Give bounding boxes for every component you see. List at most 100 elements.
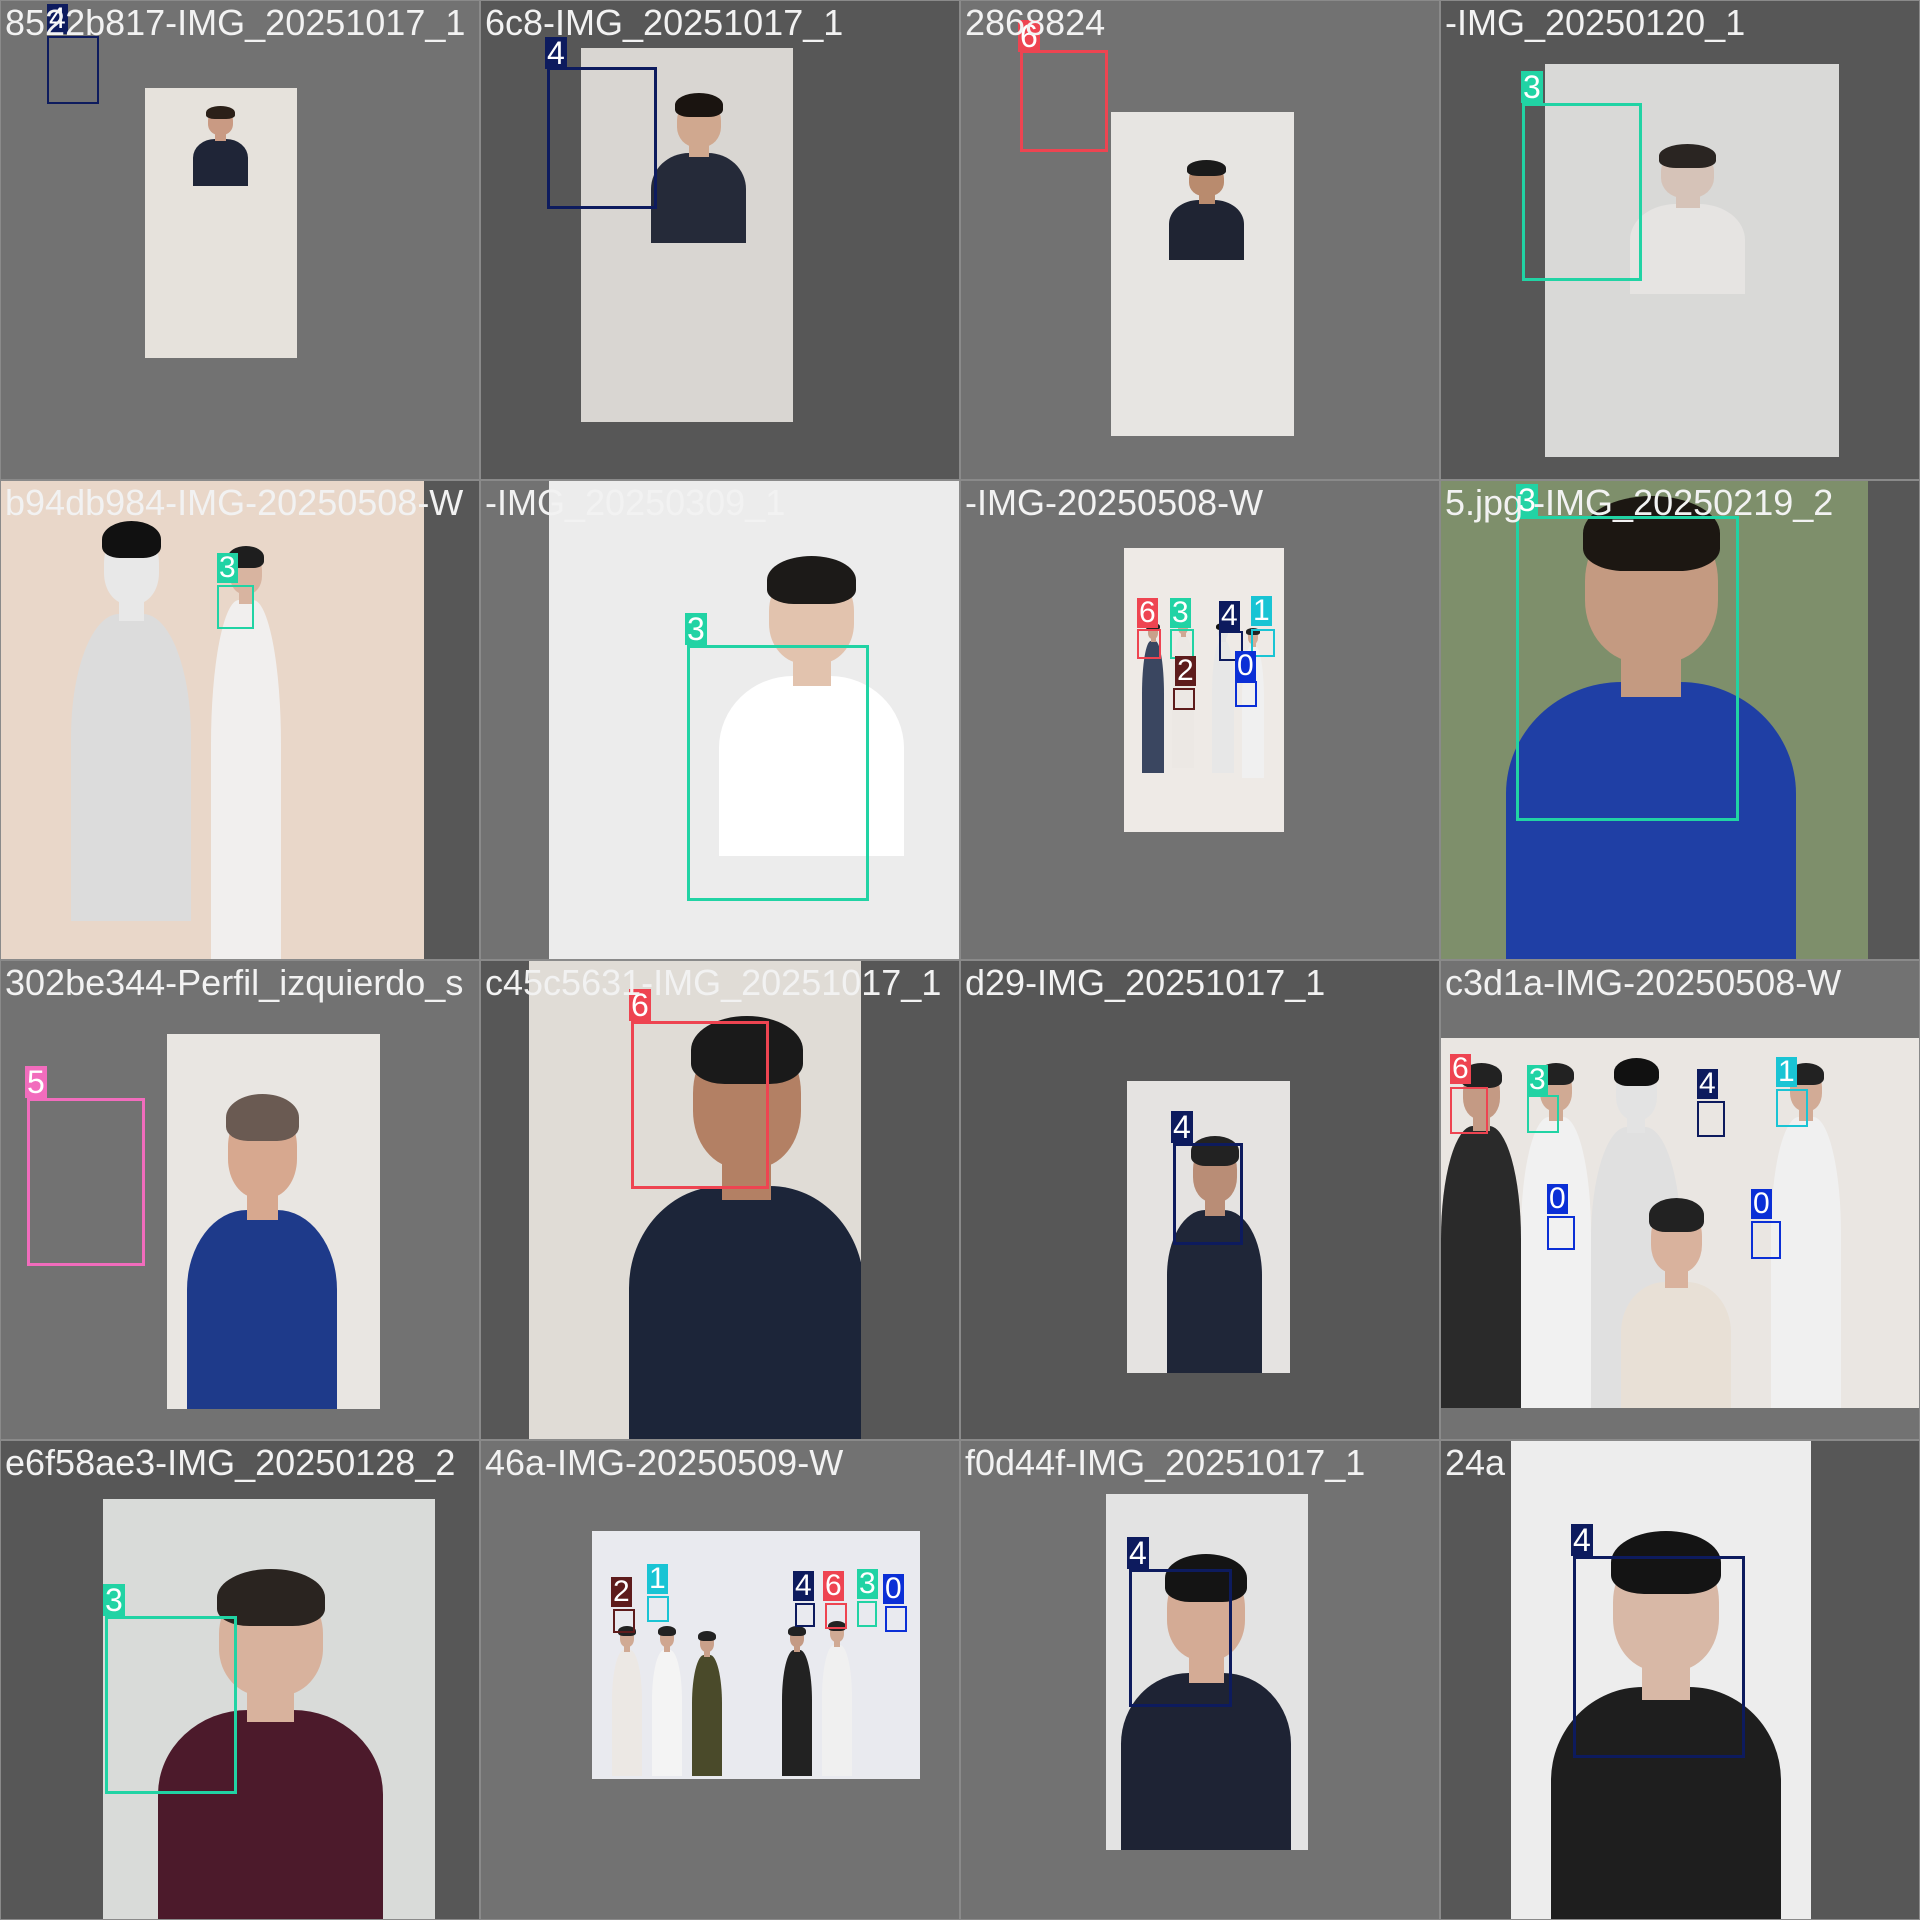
- clothing: [187, 1210, 337, 1409]
- file-caption: d29-IMG_20251017_1: [965, 962, 1326, 1003]
- detection-box: [631, 1021, 769, 1189]
- detection-box: [885, 1606, 907, 1632]
- image-tile: 4 6c8-IMG_20251017_1: [480, 0, 960, 480]
- detection-box: [1573, 1556, 1745, 1758]
- class-label: 4: [1219, 599, 1240, 632]
- class-label: 0: [1751, 1187, 1772, 1220]
- class-label: 4: [1571, 1522, 1593, 1558]
- person-figure: [651, 93, 746, 243]
- clothing: [782, 1650, 812, 1776]
- photo: [1124, 548, 1284, 832]
- detection-box: [613, 1609, 635, 1633]
- person-figure: [1169, 160, 1244, 260]
- detection-box: [1173, 1143, 1243, 1245]
- person-figure: [1621, 1198, 1731, 1408]
- clothing: [71, 614, 191, 921]
- detection-box: [1137, 629, 1161, 659]
- class-label: 0: [1547, 1182, 1568, 1215]
- clothing: [612, 1650, 642, 1776]
- file-caption: 5.jpg -IMG_20250219_2: [1445, 482, 1834, 523]
- file-caption: -IMG-20250508-W: [965, 482, 1264, 523]
- hair: [675, 93, 723, 117]
- detection-box: [647, 1596, 669, 1622]
- class-label: 3: [685, 611, 707, 647]
- class-label: 6: [1137, 596, 1158, 629]
- clothing: [193, 139, 248, 186]
- detection-mosaic: 4 8522b817-IMG_20251017_1 4 6c8-IMG_2025101…: [0, 0, 1920, 1920]
- person-figure: [71, 521, 191, 921]
- detection-box: [857, 1601, 877, 1627]
- person-figure: [692, 1631, 722, 1776]
- detection-box: [1547, 1216, 1575, 1250]
- class-label: 3: [857, 1567, 878, 1600]
- file-caption: -IMG_20250309_1: [485, 482, 786, 523]
- class-label: 2: [1175, 654, 1196, 687]
- hair: [206, 106, 235, 119]
- detection-box: [1516, 516, 1739, 821]
- class-label: 3: [103, 1582, 125, 1618]
- class-label: 6: [823, 1569, 844, 1602]
- hair: [226, 1094, 299, 1141]
- class-label: 6: [1450, 1052, 1471, 1085]
- class-label: 1: [1251, 594, 1272, 627]
- image-tile: 5 302be344-Perfil_izquierdo_s: [0, 960, 480, 1440]
- file-caption: e6f58ae3-IMG_20250128_2: [5, 1442, 456, 1483]
- detection-box: [47, 36, 99, 104]
- image-tile: 3 e6f58ae3-IMG_20250128_2: [0, 1440, 480, 1920]
- photo: [167, 1034, 380, 1409]
- clothing: [822, 1645, 852, 1776]
- photo: [145, 88, 297, 358]
- class-label: 4: [1171, 1109, 1193, 1145]
- class-label: 3: [1170, 596, 1191, 629]
- detection-box: [1020, 50, 1108, 152]
- file-caption: b94db984-IMG-20250508-W: [5, 482, 464, 523]
- hair: [1659, 144, 1716, 168]
- class-label: 1: [647, 1562, 668, 1595]
- file-caption: 8522b817-IMG_20251017_1: [5, 2, 466, 43]
- detection-box: [547, 67, 657, 209]
- clothing: [651, 153, 746, 243]
- file-caption: 302be344-Perfil_izquierdo_s: [5, 962, 464, 1003]
- person-figure: [193, 106, 248, 186]
- detection-box: [1751, 1221, 1781, 1259]
- detection-box: [795, 1603, 815, 1627]
- person-figure: [1630, 144, 1745, 294]
- detection-box: [1173, 688, 1195, 710]
- class-label: 3: [1527, 1063, 1548, 1096]
- image-tile: 3 5.jpg -IMG_20250219_2: [1440, 480, 1920, 960]
- image-tile: 4 8522b817-IMG_20251017_1: [0, 0, 480, 480]
- detection-box: [1527, 1095, 1559, 1133]
- clothing: [692, 1655, 722, 1776]
- file-caption: 2868824: [965, 2, 1106, 43]
- detection-box: [1522, 103, 1642, 281]
- image-tile: 6 3 4 1 2 0 -IMG-20250508-W: [960, 480, 1440, 960]
- person-figure: [822, 1621, 852, 1776]
- detection-box: [1450, 1087, 1488, 1134]
- file-caption: c3d1a-IMG-20250508-W: [1445, 962, 1842, 1003]
- class-label: 2: [611, 1575, 632, 1608]
- class-label: 5: [25, 1064, 47, 1100]
- file-caption: f0d44f-IMG_20251017_1: [965, 1442, 1366, 1483]
- clothing: [211, 600, 281, 959]
- detection-box: [27, 1098, 145, 1266]
- image-tile: 3 -IMG_20250309_1: [480, 480, 960, 960]
- clothing: [1771, 1117, 1841, 1408]
- person-figure: [187, 1094, 337, 1409]
- hair: [698, 1631, 716, 1641]
- image-tile: 3 -IMG_20250120_1: [1440, 0, 1920, 480]
- class-label: 3: [1521, 69, 1543, 105]
- file-caption: 46a-IMG-20250509-W: [485, 1442, 844, 1483]
- image-tile: 4 24a: [1440, 1440, 1920, 1920]
- hair: [658, 1626, 676, 1636]
- class-label: 3: [217, 551, 238, 584]
- person-figure: [652, 1626, 682, 1776]
- photo: [1441, 1038, 1919, 1408]
- clothing: [1621, 1282, 1731, 1408]
- clothing: [652, 1650, 682, 1776]
- image-tile: 6 c45c5631-IMG_20251017_1: [480, 960, 960, 1440]
- file-caption: 24a: [1445, 1442, 1506, 1483]
- image-tile: 2 1 4 6 3 0 46a-IMG-20250509-W: [480, 1440, 960, 1920]
- detection-box: [825, 1603, 847, 1629]
- clothing: [1630, 204, 1745, 294]
- photo: [1111, 112, 1294, 436]
